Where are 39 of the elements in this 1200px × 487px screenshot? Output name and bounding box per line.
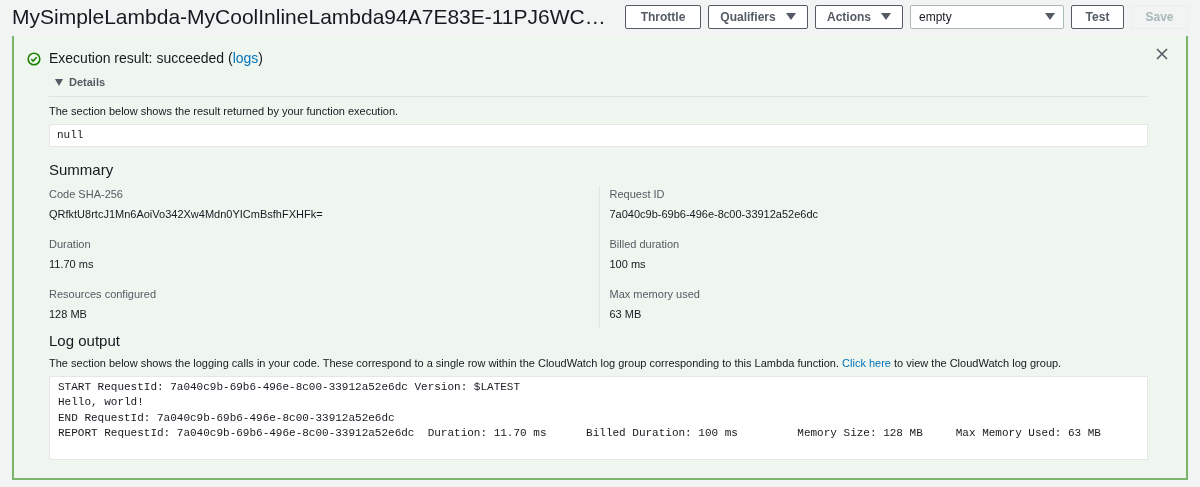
field-value: 11.70 ms [49,257,95,272]
check-circle-icon [27,51,41,66]
function-title: MySimpleLambda-MyCoolInlineLambda94A7E83E-11PJ6WC… [12,4,606,31]
section-heading: Summary [49,160,115,180]
log-line: START RequestId: 7a040c9b-69b6-496e-8c00-33912a52e6dc Version: $LATEST [58,379,521,395]
test-event-select[interactable]: empty [910,5,1064,29]
output-field[interactable]: null [49,124,1148,147]
field-label: Max memory used [609,286,701,302]
section-heading: Log output [49,330,121,351]
close-icon [1156,48,1168,60]
details-toggle[interactable]: Details [55,74,106,91]
field-value: 63 MB [609,307,643,322]
field-label: Request ID [609,186,666,202]
log-line: END RequestId: 7a040c9b-69b6-496e-8c00-33912a52e6dc [58,410,395,426]
field-label: Code SHA-256 [49,186,124,202]
action-button[interactable]: Throttle [625,5,701,29]
dropdown-button[interactable]: Qualifiers [708,5,808,29]
log-line: REPORT RequestId: 7a040c9b-69b6-496e-8c00-33912a52e6dc Duration: 11.70 ms Billed Duration: 100 ms Memory Size: 128 MB Max Memory Used: 63 MB [58,426,1101,441]
description-text: The section below shows the result returned by your function execution. [49,103,400,119]
field-label: Resources configured [49,286,157,302]
field-value: QRfktU8rtcJ1Mn6AoiVo342Xw4Mdn0YICmBsfhFXHFk= [49,207,324,222]
logs-link[interactable]: logs [232,50,259,66]
dropdown-button[interactable]: Actions [815,5,903,29]
log-output-field[interactable] [49,375,1148,460]
action-button[interactable]: Test [1071,5,1124,29]
execution-result-message: Execution result: succeeded (logs) [49,49,263,68]
field-value: 7a040c9b-69b6-496e-8c00-33912a52e6dc [609,207,820,222]
close-button[interactable] [1156,48,1168,60]
field-label: Duration [49,236,92,252]
caret-icon [785,13,796,21]
caret-icon [1045,13,1055,21]
field-value: 128 MB [49,307,88,322]
log-line: Hello, world! [58,395,144,410]
caret-icon [55,78,63,86]
cloudwatch-link[interactable]: Click here [842,357,891,369]
field-value: 100 ms [609,257,647,272]
caret-icon [881,13,891,21]
description-text: The section below shows the logging calls in your code. These correspond to a single row within the CloudWatch log group corresponding to this Lambda function. Click here to view the CloudWatch log group. [49,356,1063,371]
field-label: Billed duration [609,236,681,252]
